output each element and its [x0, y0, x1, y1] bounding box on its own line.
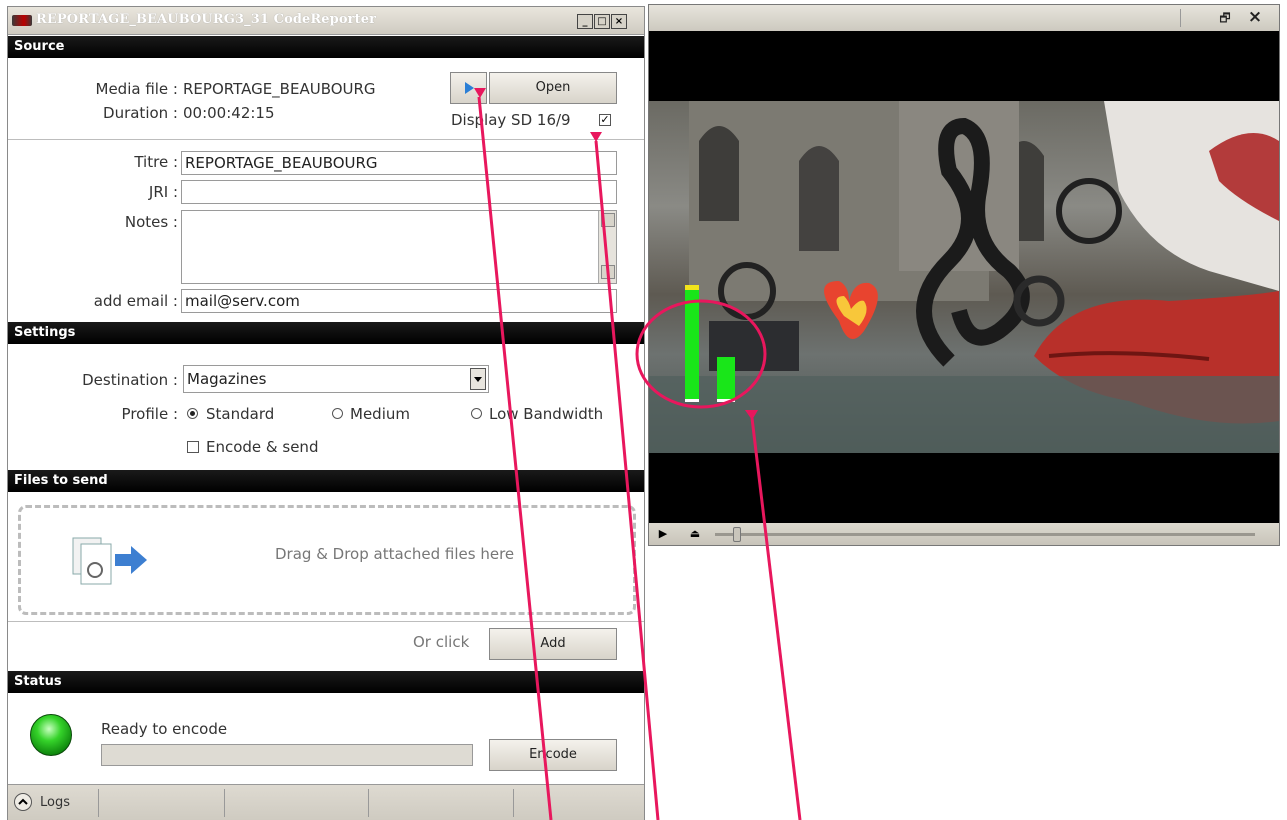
notes-field[interactable]	[181, 210, 617, 284]
player-title-bar[interactable]: 🗗 ×	[649, 5, 1279, 31]
divider	[8, 621, 644, 622]
minimize-button[interactable]: _	[577, 14, 593, 29]
notes-label: Notes :	[124, 213, 178, 231]
divider	[1180, 9, 1181, 27]
encode-send-label: Encode & send	[206, 438, 319, 456]
section-header-status: Status	[8, 671, 644, 693]
jri-label: JRI :	[148, 183, 178, 201]
encode-button[interactable]: Encode	[489, 739, 617, 771]
titre-field[interactable]: REPORTAGE_BEAUBOURG	[181, 151, 617, 175]
audio-base-left	[685, 399, 699, 402]
audio-level-right	[717, 357, 735, 399]
email-field[interactable]: mail@serv.com	[181, 289, 617, 313]
chevron-down-icon[interactable]	[470, 368, 486, 390]
app-logo-icon	[12, 15, 32, 26]
seek-handle[interactable]	[733, 527, 741, 542]
status-bar: Logs	[8, 784, 644, 820]
restore-icon[interactable]: 🗗	[1216, 9, 1234, 27]
status-text: Ready to encode	[101, 720, 228, 738]
notes-scrollbar[interactable]	[598, 211, 616, 283]
duration-label: Duration :	[103, 104, 178, 122]
status-light-icon	[30, 714, 72, 756]
email-label: add email :	[93, 292, 178, 310]
divider	[98, 789, 99, 817]
divider	[368, 789, 369, 817]
video-frame[interactable]	[649, 101, 1279, 453]
profile-standard-label: Standard	[206, 405, 275, 423]
play-preview-button[interactable]	[450, 72, 487, 104]
destination-label: Destination :	[82, 371, 178, 389]
profile-low-bandwidth-radio[interactable]	[471, 408, 482, 419]
audio-base-right	[717, 399, 735, 402]
profile-standard-radio[interactable]	[187, 408, 198, 419]
divider	[8, 139, 644, 140]
media-file-value: REPORTAGE_BEAUBOURG	[183, 80, 376, 98]
profile-low-bandwidth-label: Low Bandwidth	[489, 405, 604, 423]
close-button[interactable]: ×	[611, 14, 627, 29]
title-bar[interactable]: REPORTAGE_BEAUBOURG3_31 CodeReporter _ □…	[8, 7, 644, 35]
add-button[interactable]: Add	[489, 628, 617, 660]
scroll-up-icon[interactable]	[601, 213, 615, 227]
codereporter-window: REPORTAGE_BEAUBOURG3_31 CodeReporter _ □…	[7, 6, 645, 820]
divider	[513, 789, 514, 817]
audio-level-left	[685, 290, 699, 399]
play-icon	[464, 82, 474, 94]
destination-select[interactable]: Magazines	[183, 365, 489, 393]
player-close-icon[interactable]: ×	[1246, 7, 1264, 27]
profile-medium-label: Medium	[350, 405, 410, 423]
jri-field[interactable]	[181, 180, 617, 204]
divider	[224, 789, 225, 817]
scroll-down-icon[interactable]	[601, 265, 615, 279]
display-sd-label: Display SD 16/9	[451, 111, 571, 129]
duration-value: 00:00:42:15	[183, 104, 275, 122]
player-controls: ▶ ⏏	[649, 523, 1279, 545]
video-scene	[649, 101, 1279, 453]
display-sd-checkbox[interactable]: ✓	[599, 114, 611, 126]
logs-label[interactable]: Logs	[40, 795, 70, 810]
section-header-settings: Settings	[8, 322, 644, 344]
video-player: 🗗 × ▶ ⏏	[648, 4, 1280, 546]
section-header-files: Files to send	[8, 470, 644, 492]
attach-files-icon	[72, 537, 147, 585]
seek-track[interactable]	[715, 533, 1255, 536]
encode-send-checkbox[interactable]	[187, 441, 199, 453]
expand-logs-icon[interactable]	[14, 793, 32, 811]
eject-icon[interactable]: ⏏	[685, 525, 705, 543]
profile-medium-radio[interactable]	[332, 408, 343, 419]
titre-label: Titre :	[134, 153, 178, 171]
drop-zone-text: Drag & Drop attached files here	[275, 545, 515, 563]
open-button[interactable]: Open	[489, 72, 617, 104]
or-click-label: Or click	[413, 633, 470, 651]
window-title: REPORTAGE_BEAUBOURG3_31 CodeReporter	[36, 12, 377, 27]
destination-value: Magazines	[187, 370, 267, 388]
drop-zone[interactable]: Drag & Drop attached files here	[18, 505, 636, 615]
media-file-label: Media file :	[95, 80, 179, 98]
profile-label: Profile :	[121, 405, 178, 423]
encode-progress-bar	[101, 744, 473, 766]
audio-peak-left	[685, 285, 699, 290]
maximize-button[interactable]: □	[594, 14, 610, 29]
player-play-icon[interactable]: ▶	[653, 525, 673, 543]
section-header-source: Source	[8, 36, 644, 58]
